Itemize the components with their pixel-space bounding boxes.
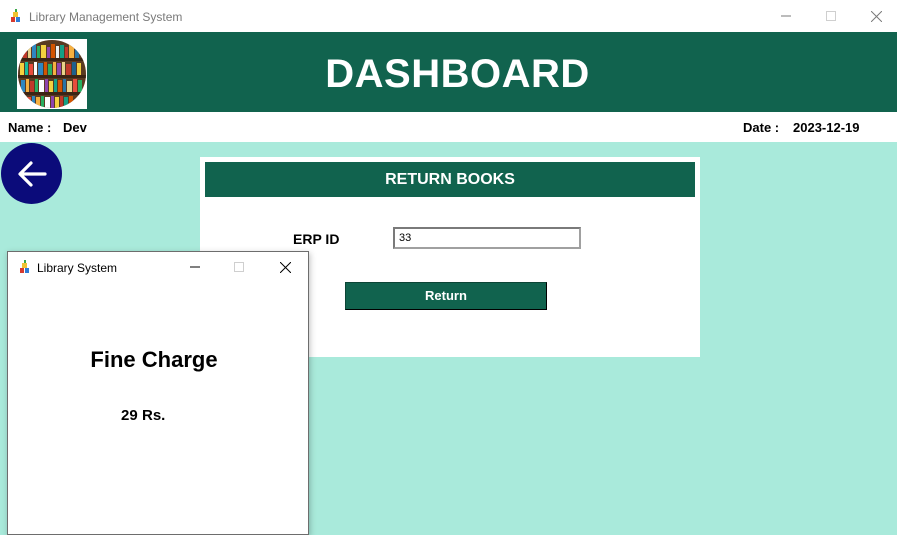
- dialog-minimize-button[interactable]: [172, 252, 218, 282]
- name-value: Dev: [63, 120, 87, 135]
- dialog-title: Library System: [37, 261, 118, 275]
- back-button[interactable]: [1, 143, 62, 204]
- close-button[interactable]: [853, 0, 897, 32]
- dashboard-header: DASHBOARD: [0, 32, 897, 112]
- return-books-heading: RETURN BOOKS: [205, 162, 695, 197]
- dialog-close-button[interactable]: [262, 252, 308, 282]
- name-label: Name :: [8, 120, 52, 135]
- window-titlebar: Library Management System: [0, 0, 897, 32]
- dialog-app-icon: [18, 260, 32, 274]
- maximize-button[interactable]: [808, 0, 854, 32]
- erp-id-label: ERP ID: [293, 231, 340, 247]
- dialog-titlebar: Library System: [8, 252, 308, 283]
- fine-charge-dialog: Library System Fine Charge 29 Rs.: [7, 251, 309, 535]
- user-info-bar: Name : Dev Date : 2023-12-19: [0, 112, 897, 142]
- fine-charge-heading: Fine Charge: [90, 347, 218, 372]
- return-button[interactable]: Return: [345, 282, 547, 310]
- date-value: 2023-12-19: [793, 120, 860, 135]
- page-title: DASHBOARD: [325, 52, 590, 96]
- minimize-button[interactable]: [763, 0, 809, 32]
- app-icon: [9, 9, 23, 23]
- window-title: Library Management System: [29, 10, 183, 24]
- fine-amount: 29: [121, 407, 138, 424]
- arrow-left-icon: [15, 157, 49, 191]
- dialog-maximize-button[interactable]: [216, 252, 262, 282]
- erp-id-input[interactable]: [393, 227, 581, 249]
- date-label: Date :: [743, 120, 780, 135]
- fine-currency: Rs.: [142, 407, 166, 424]
